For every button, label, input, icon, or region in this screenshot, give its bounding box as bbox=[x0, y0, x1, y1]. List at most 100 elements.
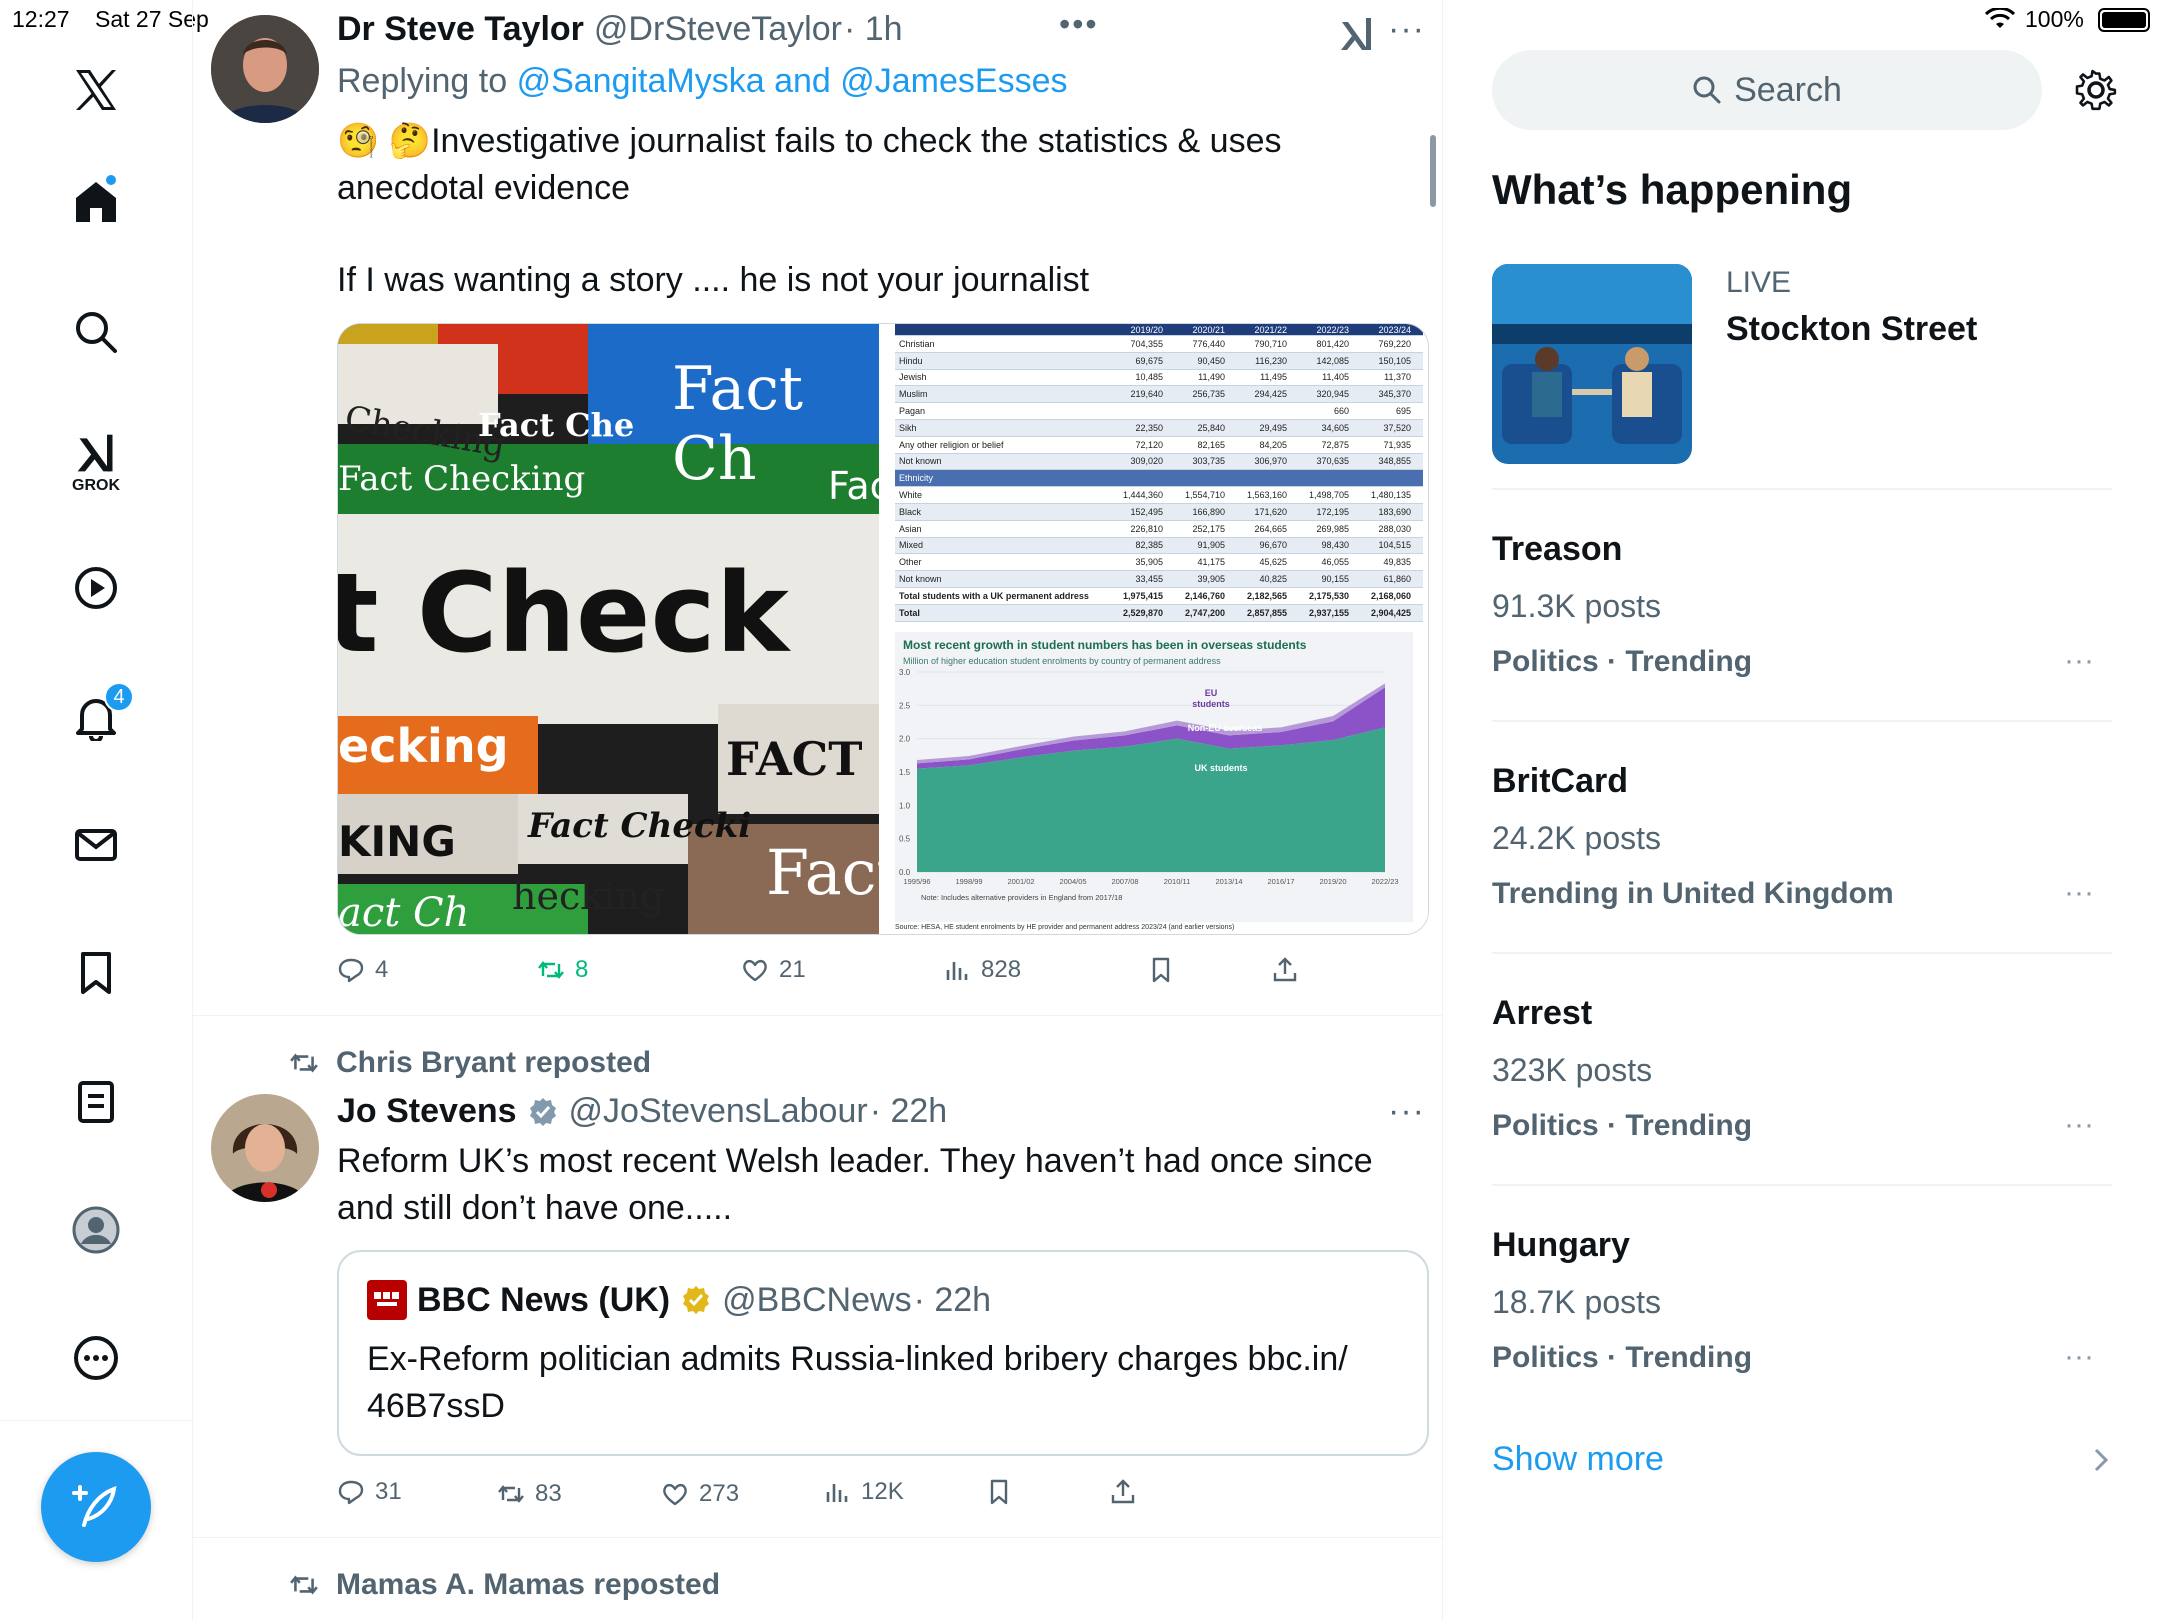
trend-more-icon[interactable]: ··· bbox=[2064, 1108, 2094, 1142]
table-row: Other 35,905 41,175 45,625 46,055 49,835 bbox=[895, 554, 1423, 572]
table-cell: 345,370 bbox=[1378, 389, 1411, 400]
repost-context[interactable]: Mamas A. Mamas reposted bbox=[286, 1568, 720, 1602]
table-cell: 2,857,855 bbox=[1246, 607, 1287, 618]
table-cell: 183,690 bbox=[1378, 506, 1411, 517]
fact-check-collage-image[interactable]: Fact Ch Checking Fact Che Fact Checking … bbox=[338, 324, 879, 934]
video-icon[interactable] bbox=[0, 543, 192, 633]
tweet-text: Reform UK’s most recent Welsh leader. Th… bbox=[337, 1138, 1397, 1232]
grok-icon[interactable]: GROK bbox=[0, 418, 192, 508]
table-row-label: Asian bbox=[899, 523, 922, 534]
trend-more-icon[interactable]: ··· bbox=[2064, 1340, 2094, 1374]
author-handle[interactable]: @DrSteveTaylor bbox=[594, 10, 842, 49]
notifications-badge: 4 bbox=[104, 682, 134, 712]
live-event-thumbnail[interactable] bbox=[1492, 264, 1692, 464]
repost-button[interactable]: 8 bbox=[537, 956, 588, 984]
repost-context-text: Mamas A. Mamas reposted bbox=[336, 1568, 721, 1601]
search-nav-icon[interactable] bbox=[0, 287, 192, 377]
show-more-link[interactable]: Show more bbox=[1492, 1440, 1664, 1479]
trend-more-icon[interactable]: ··· bbox=[2064, 876, 2094, 910]
table-row: Asian 226,810 252,175 264,665 269,985 288,030 bbox=[895, 520, 1423, 538]
table-cell: 10,485 bbox=[1135, 372, 1163, 383]
table-row-label: Mixed bbox=[899, 540, 924, 551]
search-icon bbox=[1693, 76, 1721, 104]
author-name[interactable]: Jo Stevens bbox=[337, 1092, 517, 1131]
table-cell: 320,945 bbox=[1316, 389, 1349, 400]
tweet-time[interactable]: · 1h bbox=[844, 10, 903, 49]
avatar[interactable] bbox=[211, 15, 319, 123]
table-row-label: Black bbox=[899, 506, 922, 517]
tweet-more-icon[interactable]: ··· bbox=[1388, 10, 1425, 49]
views-button[interactable]: 828 bbox=[943, 956, 1021, 984]
table-row-label: Not known bbox=[899, 456, 942, 467]
table-cell: 306,970 bbox=[1254, 456, 1287, 467]
table-cell: 790,710 bbox=[1254, 338, 1287, 349]
view-count: 12K bbox=[861, 1478, 904, 1505]
share-button[interactable] bbox=[1271, 956, 1299, 984]
scrollbar[interactable] bbox=[1430, 135, 1436, 207]
table-cell: 40,825 bbox=[1259, 574, 1287, 585]
more-icon[interactable] bbox=[0, 1313, 192, 1403]
settings-gear-icon[interactable] bbox=[2074, 68, 2118, 117]
bookmark-button[interactable] bbox=[985, 1478, 1013, 1506]
table-cell: 2019/20 bbox=[1130, 324, 1163, 335]
notifications-icon[interactable]: 4 bbox=[0, 672, 192, 762]
bookmark-button[interactable] bbox=[1147, 956, 1175, 984]
bbc-avatar-icon bbox=[367, 1280, 407, 1320]
trend-meta: Politics · Trending bbox=[1492, 1109, 1753, 1142]
lists-icon[interactable] bbox=[0, 1057, 192, 1147]
repost-button[interactable]: 83 bbox=[497, 1480, 562, 1508]
grok-explain-icon[interactable] bbox=[1340, 16, 1374, 57]
bookmarks-icon[interactable] bbox=[0, 928, 192, 1018]
table-cell: 29,495 bbox=[1259, 422, 1287, 433]
table-row-label: Pagan bbox=[899, 406, 926, 417]
search-input[interactable]: Search bbox=[1492, 50, 2042, 130]
views-button[interactable]: 12K bbox=[823, 1478, 904, 1506]
table-cell: 34,605 bbox=[1321, 422, 1349, 433]
table-row: Sikh 22,350 25,840 29,495 34,605 37,520 bbox=[895, 419, 1423, 437]
table-cell: 1,975,415 bbox=[1122, 590, 1163, 601]
y-tick-label: 3.0 bbox=[899, 668, 911, 677]
tweet-time[interactable]: · 22h bbox=[870, 1092, 948, 1131]
table-cell: 348,855 bbox=[1378, 456, 1411, 467]
quote-text: Ex-Reform politician admits Russia-linke… bbox=[367, 1336, 1407, 1430]
whats-happening-title: What’s happening bbox=[1492, 166, 1853, 213]
table-cell: 46,055 bbox=[1321, 557, 1349, 568]
table-row-label: Sikh bbox=[899, 422, 917, 433]
replying-line: Replying to @SangitaMyska and @JamesEsse… bbox=[337, 62, 1068, 101]
y-tick-label: 0.5 bbox=[899, 835, 911, 844]
compose-button[interactable] bbox=[41, 1452, 151, 1562]
top-drag-dots[interactable]: ••• bbox=[1059, 6, 1099, 43]
x-logo-icon[interactable] bbox=[0, 45, 192, 135]
messages-icon[interactable] bbox=[0, 800, 192, 890]
author-handle[interactable]: @JoStevensLabour bbox=[569, 1092, 868, 1131]
table-cell: 1,498,705 bbox=[1308, 490, 1349, 501]
repost-context-text: Chris Bryant reposted bbox=[336, 1046, 652, 1079]
reply-button[interactable]: 31 bbox=[337, 1478, 402, 1506]
avatar[interactable] bbox=[211, 1094, 319, 1202]
repost-context[interactable]: Chris Bryant reposted bbox=[286, 1046, 651, 1080]
reply-button[interactable]: 4 bbox=[337, 956, 388, 984]
like-button[interactable]: 21 bbox=[741, 956, 806, 984]
table-cell: 116,230 bbox=[1255, 355, 1287, 366]
tweet-media[interactable]: Fact Ch Checking Fact Che Fact Checking … bbox=[337, 323, 1429, 935]
share-button[interactable] bbox=[1109, 1478, 1137, 1506]
x-tick-label: 2001/02 bbox=[1007, 877, 1034, 886]
table-cell: 1,554,710 bbox=[1184, 490, 1225, 501]
collage-text: Fact Che bbox=[478, 406, 635, 444]
author-name[interactable]: Dr Steve Taylor bbox=[337, 10, 584, 49]
tweet-more-icon[interactable]: ··· bbox=[1388, 1092, 1425, 1131]
right-sidebar: Search What’s happening LIVE Stockton St… bbox=[1444, 0, 2160, 1620]
quoted-tweet[interactable]: BBC News (UK) @BBCNews · 22h Ex-Reform p… bbox=[337, 1250, 1429, 1456]
replying-to-link[interactable]: @SangitaMyska and @JamesEsses bbox=[517, 62, 1068, 100]
trend-more-icon[interactable]: ··· bbox=[2064, 644, 2094, 678]
profile-icon[interactable] bbox=[0, 1185, 192, 1275]
statistics-image[interactable]: 2019/20 2020/21 2021/22 2022/23 2023/24 Chris… bbox=[879, 324, 1428, 934]
like-button[interactable]: 273 bbox=[661, 1480, 739, 1508]
table-cell: 370,635 bbox=[1316, 456, 1349, 467]
home-icon[interactable] bbox=[0, 157, 192, 247]
table-cell: 45,625 bbox=[1259, 557, 1287, 568]
table-cell: 11,370 bbox=[1384, 372, 1411, 383]
collage-text: FACT bbox=[726, 732, 863, 786]
trend-title: Treason bbox=[1492, 530, 1623, 568]
chevron-right-icon[interactable] bbox=[2092, 1446, 2110, 1479]
